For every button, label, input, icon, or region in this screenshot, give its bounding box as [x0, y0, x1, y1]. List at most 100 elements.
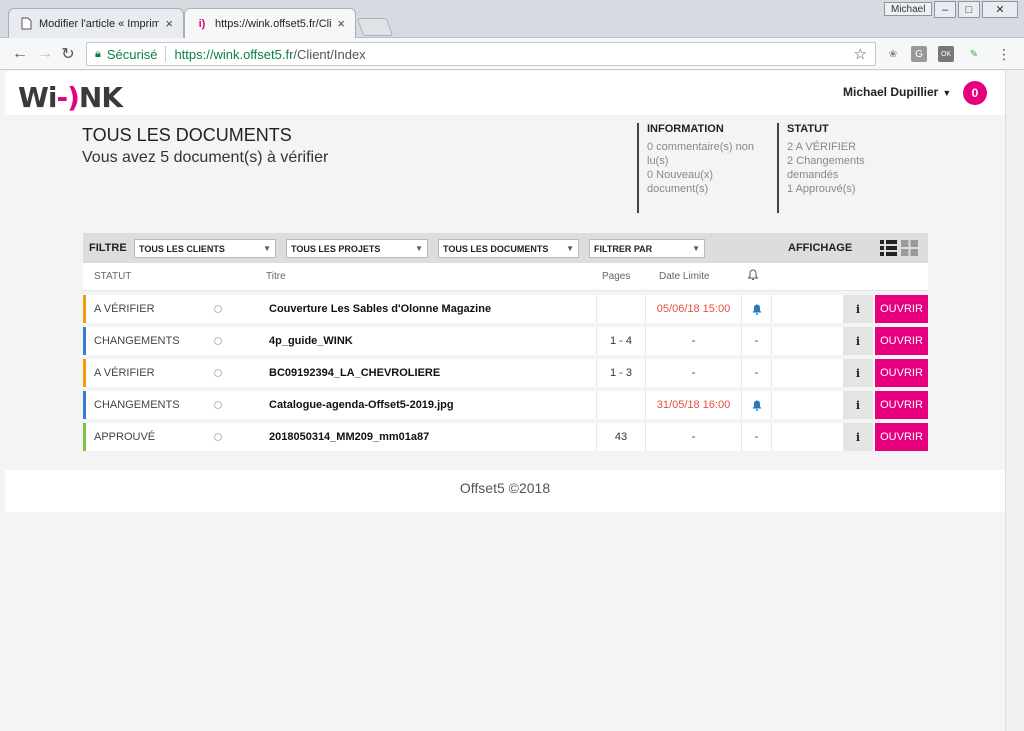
extension-g-icon[interactable]: G	[911, 46, 927, 62]
row-pages: 1 - 4	[596, 327, 646, 355]
browser-titlebar: Modifier l'article « Imprimer × i) https…	[0, 0, 1024, 38]
row-title[interactable]: 4p_guide_WINK	[269, 327, 353, 355]
clients-select-value: TOUS LES CLIENTS	[139, 243, 225, 254]
page-background	[5, 512, 1005, 731]
open-button[interactable]: OUVRIR	[875, 327, 928, 355]
status-circle-icon	[214, 337, 222, 345]
chevron-down-icon: ▼	[263, 244, 271, 253]
statut-line: 2 A VÉRIFIER	[787, 141, 857, 153]
address-bar[interactable]: 🔒︎ Sécurisé https://wink.offset5.fr/Clie…	[86, 42, 876, 66]
bell-icon	[741, 391, 771, 419]
url-host: https://wink.offset5.fr	[174, 46, 294, 62]
table-row[interactable]: CHANGEMENTS 4p_guide_WINK 1 - 4 - - i OUVRIR	[83, 327, 928, 355]
filter-by-select[interactable]: FILTRER PAR ▼	[589, 239, 705, 258]
row-title[interactable]: Couverture Les Sables d'Olonne Magazine	[269, 295, 491, 323]
row-deadline: 31/05/18 16:00	[656, 399, 731, 411]
user-menu[interactable]: Michael Dupillier ▼	[843, 85, 951, 99]
status-circle-icon	[214, 305, 222, 313]
open-button[interactable]: OUVRIR	[875, 391, 928, 419]
minimize-button[interactable]: –	[934, 1, 956, 18]
table-header: STATUT Titre Pages Date Limite	[83, 263, 928, 291]
open-button[interactable]: OUVRIR	[875, 359, 928, 387]
bookmark-star-icon[interactable]: ☆	[854, 45, 867, 63]
open-button[interactable]: OUVRIR	[875, 295, 928, 323]
tab-modifier-article[interactable]: Modifier l'article « Imprimer ×	[8, 8, 184, 38]
clients-select[interactable]: TOUS LES CLIENTS ▼	[134, 239, 276, 258]
info-button[interactable]: i	[843, 359, 873, 387]
row-title[interactable]: 2018050314_MM209_mm01a87	[269, 423, 429, 451]
notification-badge[interactable]: 0	[963, 81, 987, 105]
extension-eyedropper-icon[interactable]: ✎	[966, 46, 982, 62]
tab-wink-client[interactable]: i) https://wink.offset5.fr/Client ×	[184, 8, 356, 38]
row-title[interactable]: BC09192394_LA_CHEVROLIERE	[269, 359, 440, 387]
status-circle-icon	[214, 369, 222, 377]
projects-select[interactable]: TOUS LES PROJETS ▼	[286, 239, 428, 258]
row-spacer	[771, 359, 843, 387]
header-pages[interactable]: Pages	[602, 271, 630, 282]
extension-ok-icon[interactable]: OK	[938, 46, 954, 62]
close-window-button[interactable]: ✕	[982, 1, 1018, 18]
row-deadline: -	[691, 335, 696, 347]
table-row[interactable]: CHANGEMENTS Catalogue-agenda-Offset5-2019…	[83, 391, 928, 419]
address-divider	[165, 46, 167, 62]
grid-view-icon[interactable]	[901, 240, 918, 256]
table-row[interactable]: A VÉRIFIER BC09192394_LA_CHEVROLIERE 1 - 3…	[83, 359, 928, 387]
tab-close-icon[interactable]: ×	[165, 16, 173, 31]
row-deadline: -	[691, 431, 696, 443]
statut-panel: STATUT 2 A VÉRIFIER 2 Changements demand…	[777, 123, 907, 213]
list-view-icon[interactable]	[880, 240, 897, 256]
info-button[interactable]: i	[843, 391, 873, 419]
row-status: CHANGEMENTS	[94, 335, 180, 347]
row-pages: 43	[596, 423, 646, 451]
chevron-down-icon: ▼	[566, 244, 574, 253]
filter-by-select-value: FILTRER PAR	[594, 243, 653, 254]
site-header: Wi-)NK Michael Dupillier ▼ 0	[5, 71, 1005, 115]
row-title[interactable]: Catalogue-agenda-Offset5-2019.jpg	[269, 391, 454, 419]
tab-label: https://wink.offset5.fr/Client	[215, 17, 332, 30]
info-button[interactable]: i	[843, 423, 873, 451]
filter-bar: FILTRE TOUS LES CLIENTS ▼ TOUS LES PROJET…	[83, 233, 928, 263]
table-body: A VÉRIFIER Couverture Les Sables d'Olonne…	[83, 295, 928, 451]
row-deadline: 05/06/18 15:00	[656, 303, 731, 315]
chevron-down-icon: ▼	[415, 244, 423, 253]
info-button[interactable]: i	[843, 295, 873, 323]
maximize-button[interactable]: □	[958, 1, 980, 18]
information-panel: INFORMATION 0 commentaire(s) non lu(s) 0…	[637, 123, 769, 213]
row-pages	[596, 295, 646, 323]
statut-line: 1 Approuvé(s)	[787, 183, 856, 195]
status-circle-icon	[214, 433, 222, 441]
reload-icon[interactable]: ↻	[58, 44, 78, 64]
row-spacer	[771, 295, 843, 323]
extension-puzzle-icon[interactable]: ❀	[885, 46, 901, 62]
tab-close-icon[interactable]: ×	[337, 16, 345, 31]
page-title: TOUS LES DOCUMENTS	[82, 125, 292, 145]
info-button[interactable]: i	[843, 327, 873, 355]
header-deadline[interactable]: Date Limite	[659, 271, 710, 282]
back-arrow-icon[interactable]: ←	[10, 44, 30, 64]
row-pages	[596, 391, 646, 419]
logo-part-left: Wi	[18, 81, 57, 114]
projects-select-value: TOUS LES PROJETS	[291, 243, 381, 254]
header-status[interactable]: STATUT	[94, 271, 131, 282]
statut-line: 2 Changements	[787, 155, 865, 167]
menu-dots-icon[interactable]: ⋮	[996, 46, 1012, 62]
tab-label: Modifier l'article « Imprimer	[39, 17, 160, 30]
forward-arrow-icon[interactable]: →	[35, 44, 55, 64]
new-tab-button[interactable]	[356, 18, 394, 36]
page-icon	[19, 17, 33, 31]
bell-icon	[741, 295, 771, 323]
header-title[interactable]: Titre	[266, 271, 286, 282]
information-line: 0 commentaire(s) non	[647, 141, 754, 153]
table-row[interactable]: APPROUVÉ 2018050314_MM209_mm01a87 43 - - i OUV…	[83, 423, 928, 451]
open-button[interactable]: OUVRIR	[875, 423, 928, 451]
wink-favicon-icon: i)	[198, 17, 206, 30]
lock-icon: 🔒︎	[95, 47, 101, 60]
documents-select[interactable]: TOUS LES DOCUMENTS ▼	[438, 239, 579, 258]
window-user-badge[interactable]: Michael	[884, 2, 933, 16]
scrollbar[interactable]	[1005, 71, 1024, 731]
status-circle-icon	[214, 401, 222, 409]
filter-label: FILTRE	[89, 242, 127, 254]
wink-logo[interactable]: Wi-)NK	[18, 81, 123, 114]
row-spacer	[771, 327, 843, 355]
table-row[interactable]: A VÉRIFIER Couverture Les Sables d'Olonne…	[83, 295, 928, 323]
